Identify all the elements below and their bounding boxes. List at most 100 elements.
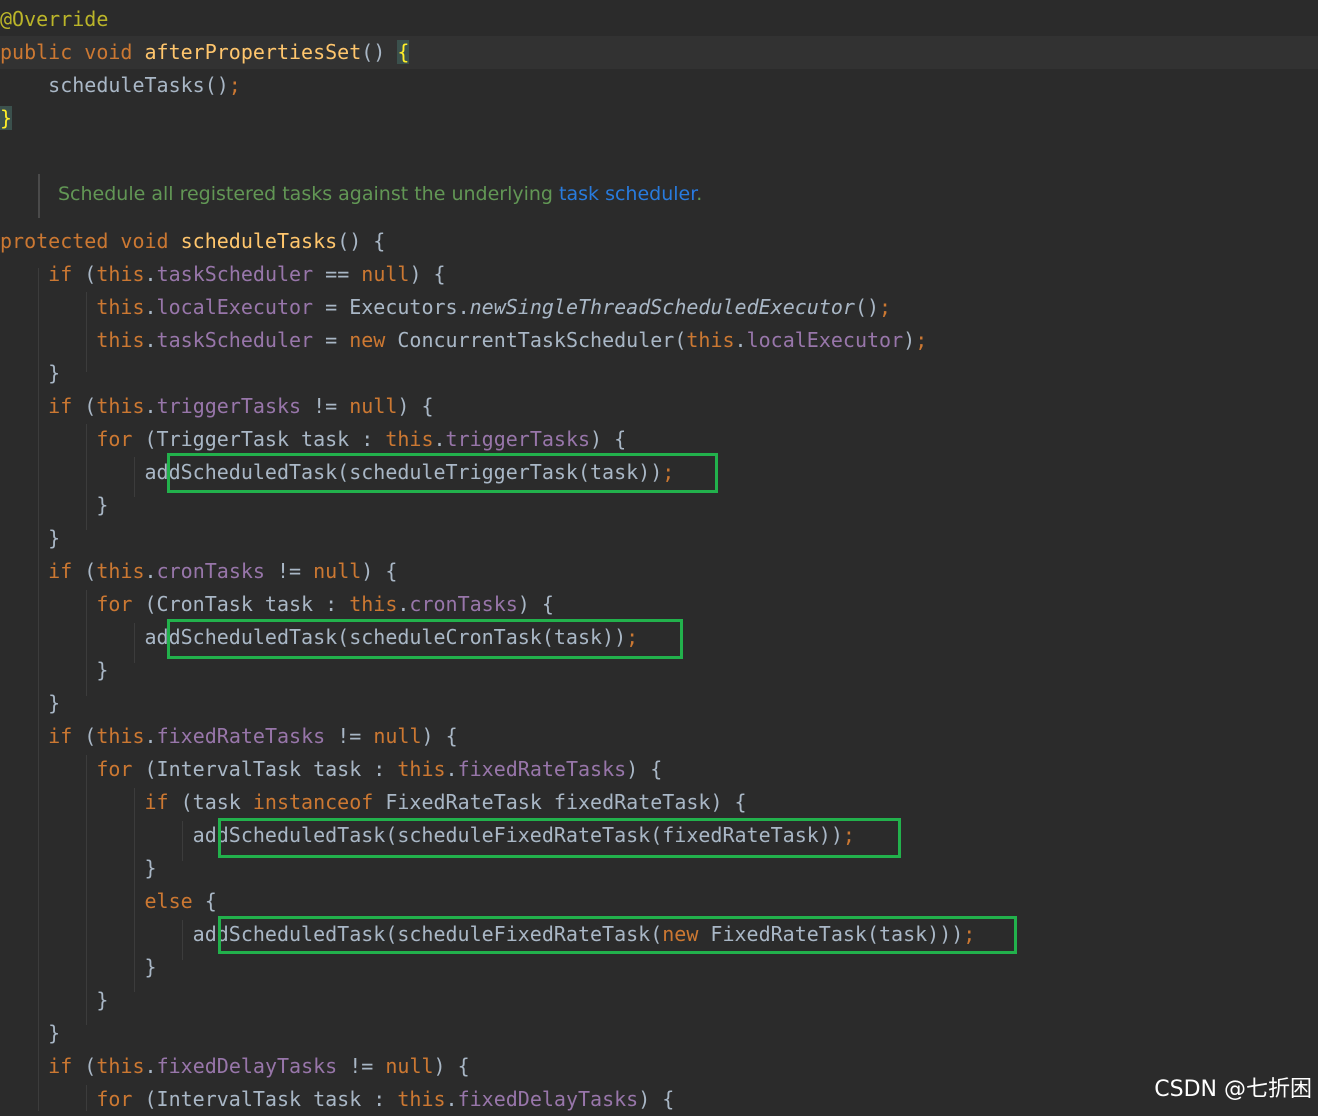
code-token: null — [361, 262, 410, 286]
code-line[interactable]: if (this.taskScheduler == null) { — [0, 258, 1318, 291]
code-token: { — [397, 40, 410, 64]
code-token: for — [96, 757, 133, 781]
code-token: if — [48, 394, 73, 418]
code-line[interactable]: else { — [0, 885, 1318, 918]
code-token: if — [48, 1054, 73, 1078]
code-line[interactable]: for (IntervalTask task : this.fixedDelay… — [0, 1083, 1318, 1116]
code-token: == — [313, 262, 362, 286]
code-line-current[interactable]: public void afterPropertiesSet() { — [0, 36, 1318, 69]
code-token: if — [48, 559, 73, 583]
code-token: this — [686, 328, 735, 352]
code-line[interactable]: } — [0, 951, 1318, 984]
code-token: void — [120, 229, 169, 253]
javadoc-text: Schedule all registered tasks against th… — [58, 183, 560, 205]
code-line[interactable]: } — [0, 102, 1318, 135]
code-token: this — [96, 295, 145, 319]
code-token: fixedRateTasks — [457, 757, 627, 781]
code-token: = Executors. — [313, 295, 470, 319]
code-token: else — [144, 889, 193, 913]
code-token: localExecutor — [156, 295, 314, 319]
code-line[interactable]: this.localExecutor = Executors.newSingle… — [0, 291, 1318, 324]
code-token: . — [734, 328, 747, 352]
highlight-box-fixed-rate-task — [218, 818, 901, 858]
code-token: this — [96, 724, 145, 748]
code-token: () { — [337, 229, 386, 253]
code-token: . — [445, 1087, 458, 1111]
code-line[interactable]: } — [0, 522, 1318, 555]
code-line[interactable]: if (this.fixedDelayTasks != null) { — [0, 1050, 1318, 1083]
code-token: . — [397, 592, 410, 616]
code-token: this — [349, 592, 398, 616]
code-token: this — [96, 559, 145, 583]
code-token: } — [0, 361, 61, 385]
code-token: } — [0, 691, 61, 715]
code-line[interactable]: if (this.cronTasks != null) { — [0, 555, 1318, 588]
code-line[interactable]: for (IntervalTask task : this.fixedRateT… — [0, 753, 1318, 786]
code-token: taskScheduler — [156, 328, 314, 352]
code-token: fixedDelayTasks — [457, 1087, 639, 1111]
code-line[interactable]: } — [0, 1017, 1318, 1050]
code-line[interactable]: if (task instanceof FixedRateTask fixedR… — [0, 786, 1318, 819]
code-line[interactable]: } — [0, 489, 1318, 522]
code-line[interactable]: for (CronTask task : this.cronTasks) { — [0, 588, 1318, 621]
code-token: public — [0, 40, 73, 64]
code-line[interactable]: if (this.triggerTasks != null) { — [0, 390, 1318, 423]
code-token: scheduleTasks — [180, 229, 338, 253]
code-line[interactable]: } — [0, 357, 1318, 390]
code-line[interactable]: this.taskScheduler = new ConcurrentTaskS… — [0, 324, 1318, 357]
code-token: () — [854, 295, 880, 319]
code-token: () — [361, 40, 398, 64]
code-token: (task — [168, 790, 253, 814]
code-token: protected — [0, 229, 109, 253]
code-line[interactable]: if (this.fixedRateTasks != null) { — [0, 720, 1318, 753]
code-token: this — [96, 262, 145, 286]
code-token: != — [264, 559, 314, 583]
code-token: ; — [228, 73, 241, 97]
code-token: } — [0, 526, 61, 550]
code-token: afterPropertiesSet — [144, 40, 362, 64]
code-line[interactable]: } — [0, 984, 1318, 1017]
code-token: new — [349, 328, 386, 352]
javadoc-link[interactable]: task scheduler — [559, 183, 696, 205]
code-token: (IntervalTask task : — [132, 757, 398, 781]
code-line[interactable]: scheduleTasks(); — [0, 69, 1318, 102]
code-token: null — [385, 1054, 434, 1078]
code-token: null — [313, 559, 362, 583]
code-line[interactable]: for (TriggerTask task : this.triggerTask… — [0, 423, 1318, 456]
code-token: this — [96, 1054, 145, 1078]
code-token: this — [397, 1087, 446, 1111]
code-editor[interactable]: @Override public void afterPropertiesSet… — [0, 0, 1318, 1111]
code-token: newSingleThreadScheduledExecutor — [469, 295, 855, 319]
code-line[interactable]: } — [0, 687, 1318, 720]
code-line[interactable]: @Override — [0, 3, 1318, 36]
code-token: instanceof — [252, 790, 374, 814]
code-token: ; — [879, 295, 892, 319]
code-token: ) { — [590, 427, 627, 451]
javadoc-comment: Schedule all registered tasks against th… — [38, 174, 702, 218]
code-token: scheduleTasks() — [0, 73, 229, 97]
code-token: ( — [72, 262, 97, 286]
code-token: ) { — [638, 1087, 675, 1111]
code-token: if — [48, 724, 73, 748]
code-token: ; — [915, 328, 928, 352]
code-token: @Override — [0, 7, 109, 31]
code-line[interactable]: protected void scheduleTasks() { — [0, 225, 1318, 258]
code-token: . — [144, 724, 157, 748]
code-token: . — [144, 328, 157, 352]
code-token: this — [96, 328, 145, 352]
code-token: . — [144, 394, 157, 418]
code-token: (IntervalTask task : — [132, 1087, 398, 1111]
watermark: CSDN @七折困 — [1154, 1077, 1312, 1102]
code-token: . — [433, 427, 446, 451]
code-token: ) { — [361, 559, 398, 583]
